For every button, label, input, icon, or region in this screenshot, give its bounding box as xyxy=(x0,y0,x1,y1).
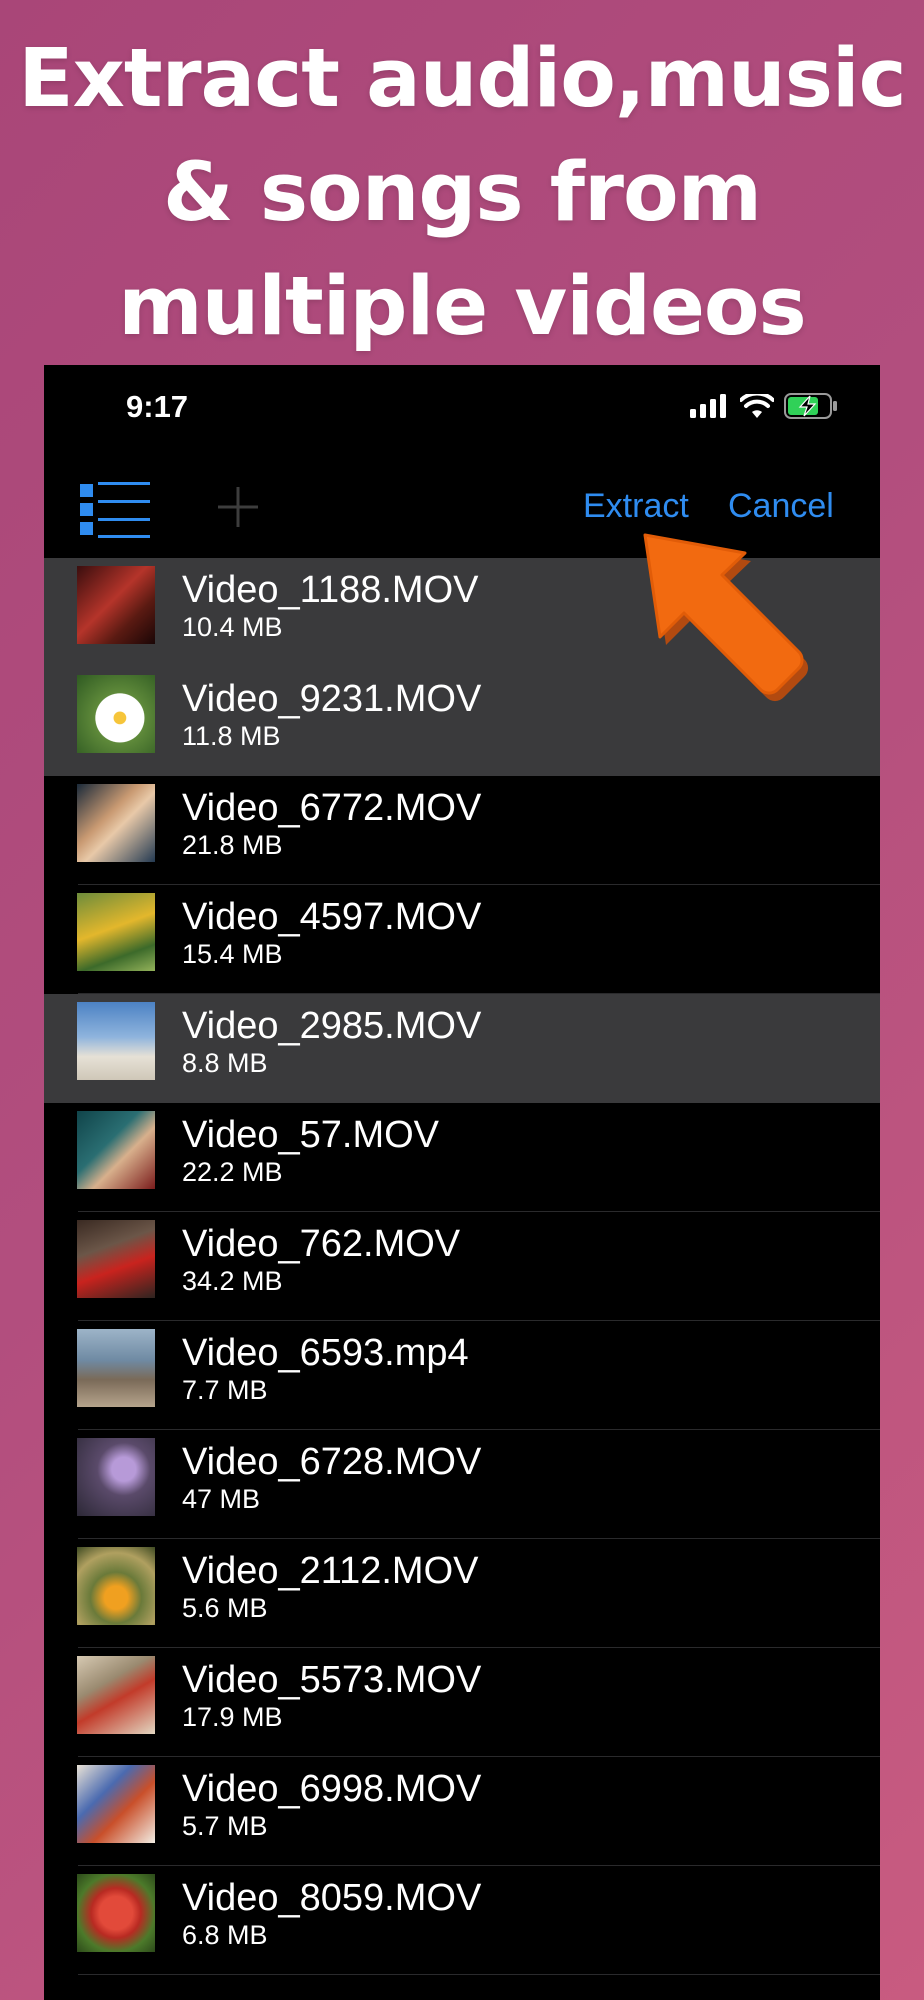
extract-button[interactable]: Extract xyxy=(583,487,689,526)
video-title: Video_9231.MOV xyxy=(182,678,482,720)
video-size: 11.8 MB xyxy=(182,721,281,751)
video-thumbnail xyxy=(77,1547,155,1625)
video-size: 10.4 MB xyxy=(182,612,283,642)
video-title: Video_6772.MOV xyxy=(182,787,482,829)
video-thumbnail xyxy=(77,1220,155,1298)
video-title: Video_2985.MOV xyxy=(182,1005,482,1047)
video-thumbnail xyxy=(77,893,155,971)
video-size: 7.7 MB xyxy=(182,1375,268,1405)
video-row[interactable]: Video_5573.MOV 17.9 MB xyxy=(44,1648,880,1757)
battery-charging-icon xyxy=(784,393,837,419)
video-thumbnail xyxy=(77,1002,155,1080)
video-thumbnail xyxy=(77,784,155,862)
headline-line-1: Extract audio,music xyxy=(18,32,906,126)
wifi-icon xyxy=(740,394,774,418)
video-size: 47 MB xyxy=(182,1484,261,1514)
list-icon[interactable] xyxy=(80,482,150,538)
video-row[interactable]: Video_762.MOV 34.2 MB xyxy=(44,1212,880,1321)
video-row[interactable]: Video_2985.MOV 8.8 MB xyxy=(44,994,880,1103)
status-icons xyxy=(690,393,838,419)
video-title: Video_6998.MOV xyxy=(182,1768,482,1810)
pointer-arrow-icon xyxy=(643,533,809,702)
video-title: Video_6593.mp4 xyxy=(182,1332,469,1374)
video-row[interactable]: Video_2112.MOV 5.6 MB xyxy=(44,1539,880,1648)
video-row[interactable]: Video_4597.MOV 15.4 MB xyxy=(44,885,880,994)
video-size: 17.9 MB xyxy=(182,1702,283,1732)
video-size: 6.8 MB xyxy=(182,1920,268,1950)
video-size: 5.7 MB xyxy=(182,1811,268,1841)
video-thumbnail xyxy=(77,1874,155,1952)
headline-line-3: multiple videos xyxy=(118,260,807,354)
video-thumbnail xyxy=(77,1111,155,1189)
promo-headline: Extract audio,music & songs from multipl… xyxy=(0,22,924,364)
video-thumbnail xyxy=(77,1656,155,1734)
video-size: 8.8 MB xyxy=(182,1048,268,1078)
video-row[interactable]: Video_6728.MOV 47 MB xyxy=(44,1430,880,1539)
video-size: 5.6 MB xyxy=(182,1593,268,1623)
video-title: Video_6728.MOV xyxy=(182,1441,482,1483)
video-thumbnail xyxy=(77,566,155,644)
video-title: Video_762.MOV xyxy=(182,1223,461,1265)
cellular-signal-icon xyxy=(690,394,726,418)
video-size: 34.2 MB xyxy=(182,1266,283,1296)
video-row[interactable]: Video_8059.MOV 6.8 MB xyxy=(44,1866,880,1975)
video-list: Video_1188.MOV 10.4 MB Video_9231.MOV 11.8 … xyxy=(44,558,880,1975)
video-size: 22.2 MB xyxy=(182,1157,283,1187)
status-time: 9:17 xyxy=(126,389,189,424)
video-size: 15.4 MB xyxy=(182,939,283,969)
video-size: 21.8 MB xyxy=(182,830,283,860)
plus-icon[interactable] xyxy=(216,485,260,529)
video-title: Video_4597.MOV xyxy=(182,896,482,938)
video-thumbnail xyxy=(77,1765,155,1843)
video-title: Video_57.MOV xyxy=(182,1114,440,1156)
video-thumbnail xyxy=(77,1329,155,1407)
video-thumbnail xyxy=(77,1438,155,1516)
video-title: Video_1188.MOV xyxy=(182,569,479,611)
video-title: Video_8059.MOV xyxy=(182,1877,482,1919)
headline-line-2: & songs from xyxy=(163,146,762,240)
video-row[interactable]: Video_6772.MOV 21.8 MB xyxy=(44,776,880,885)
status-bar: 9:17 xyxy=(44,365,880,465)
video-row[interactable]: Video_6593.mp4 7.7 MB xyxy=(44,1321,880,1430)
cancel-button[interactable]: Cancel xyxy=(728,487,834,526)
video-row[interactable]: Video_57.MOV 22.2 MB xyxy=(44,1103,880,1212)
video-thumbnail xyxy=(77,675,155,753)
video-title: Video_5573.MOV xyxy=(182,1659,482,1701)
row-divider xyxy=(78,1974,880,1975)
video-title: Video_2112.MOV xyxy=(182,1550,479,1592)
video-row[interactable]: Video_6998.MOV 5.7 MB xyxy=(44,1757,880,1866)
